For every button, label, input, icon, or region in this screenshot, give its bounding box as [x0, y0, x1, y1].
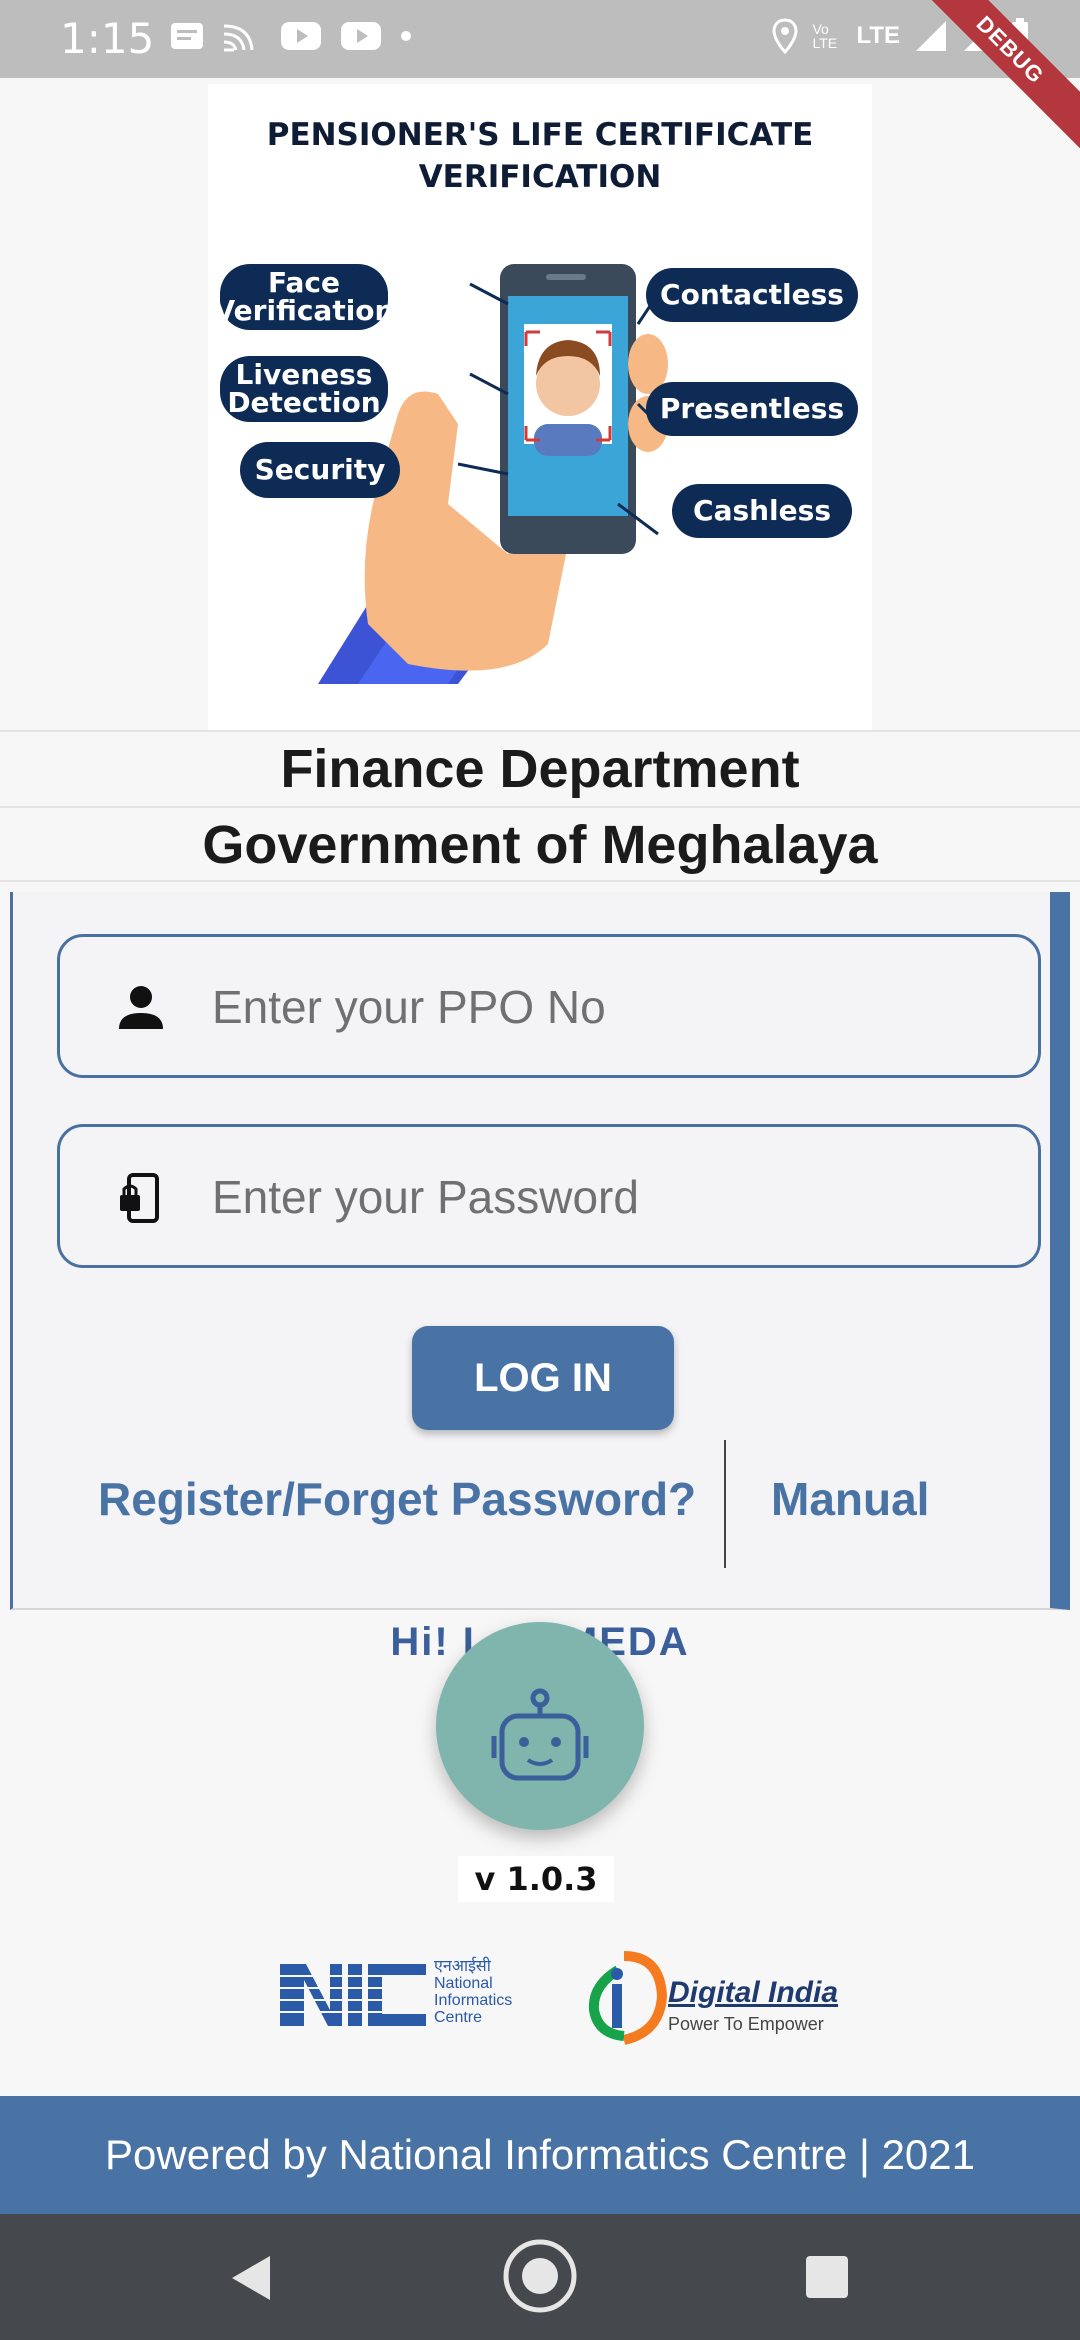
digital-india-logo: Digital India Power To Empower [580, 1946, 840, 2046]
contactless-label: Contactless [646, 268, 858, 322]
register-forget-password-link[interactable]: Register/Forget Password? [98, 1472, 696, 1526]
liveness-detection-label: Liveness Detection [220, 356, 388, 422]
government-name: Government of Meghalaya [202, 815, 878, 875]
message-icon [171, 23, 203, 49]
youtube-icon [281, 22, 321, 50]
login-button[interactable]: LOG IN [412, 1326, 674, 1430]
status-bar: 1:15 Vo LTE LTE DEBUG [0, 0, 1080, 157]
notification-icons [170, 20, 412, 52]
phone-lock-icon [120, 1173, 159, 1223]
robot-icon [491, 1688, 589, 1781]
login-card: LOG IN Register/Forget Password? Manual [10, 892, 1070, 1610]
cast-icon [223, 24, 254, 52]
person-icon [119, 986, 163, 1029]
ppo-input[interactable] [212, 971, 1012, 1043]
divider [0, 806, 1080, 808]
youtube-icon [341, 22, 381, 50]
digital-india-title: Digital India [668, 1976, 839, 2009]
recents-icon[interactable] [804, 2254, 850, 2300]
face-verification-label: Face Verification [214, 264, 394, 330]
divider [0, 730, 1080, 732]
divider [0, 880, 1080, 882]
signal-icon [916, 21, 946, 51]
footer: Powered by National Informatics Centre |… [0, 2096, 1080, 2214]
nic-hindi-text: एनआईसी [434, 1958, 491, 1975]
presentless-label: Presentless [646, 382, 858, 436]
chatbot-button[interactable] [436, 1622, 644, 1830]
volte-icon: Vo LTE [812, 21, 838, 51]
password-input[interactable] [212, 1161, 1012, 1233]
life-certificate-banner: PENSIONER'S LIFE CERTIFICATE VERIFICATIO… [208, 84, 872, 730]
department-name: Finance Department [280, 739, 800, 799]
home-icon[interactable] [502, 2238, 578, 2314]
nic-logo: एनआईसी National Informatics Centre [278, 1958, 538, 2028]
cashless-label: Cashless [672, 484, 852, 538]
link-separator [724, 1440, 726, 1568]
location-icon [772, 18, 798, 54]
security-label: Security [240, 442, 400, 498]
app-version: v 1.0.3 [458, 1856, 614, 1902]
digital-india-tagline: Power To Empower [668, 2014, 824, 2034]
ppo-field[interactable] [57, 934, 1041, 1078]
back-icon[interactable] [220, 2248, 280, 2308]
status-time: 1:15 [60, 14, 155, 63]
lte-icon: LTE [856, 22, 900, 49]
password-field[interactable] [57, 1124, 1041, 1268]
navigation-bar [0, 2214, 1080, 2340]
manual-link[interactable]: Manual [771, 1472, 929, 1526]
dot-icon [401, 31, 411, 41]
